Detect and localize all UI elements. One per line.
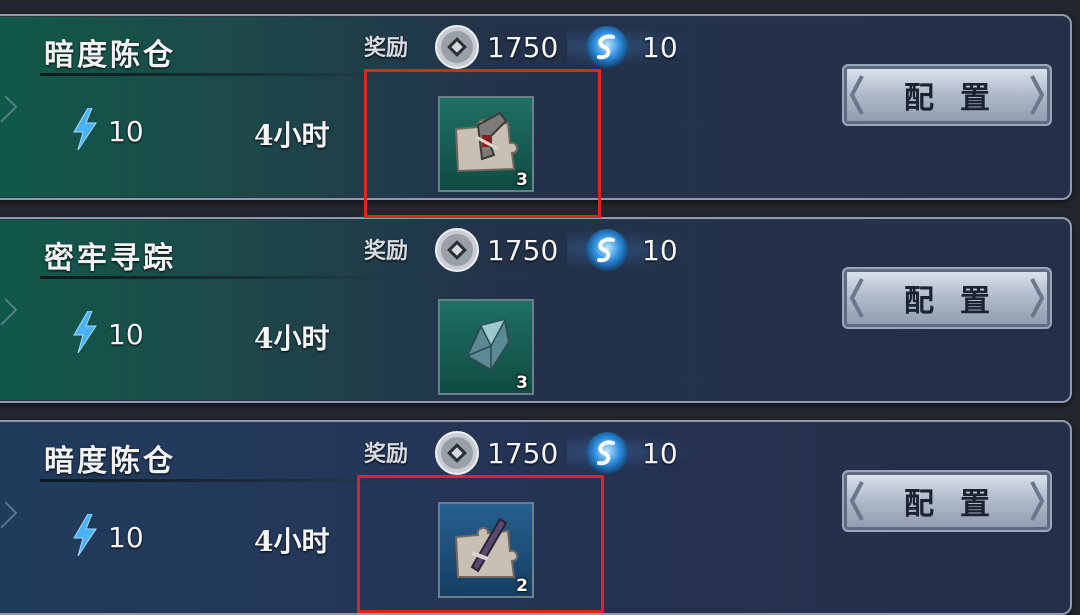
duration-text: 4小时 — [254, 119, 330, 152]
mission-title: 暗度陈仓 — [44, 444, 176, 479]
configure-button[interactable]: 配置 — [842, 267, 1052, 329]
silver-coin-icon — [434, 227, 480, 277]
chevron-right-icon — [1030, 75, 1045, 115]
chevron-left-icon — [849, 75, 864, 115]
duration-text: 4小时 — [254, 525, 330, 558]
energy-cost: 10 — [72, 513, 144, 560]
orb-reward-value: 10 — [642, 234, 678, 267]
silver-coin-icon — [434, 24, 480, 74]
panel-edge-arrow — [0, 298, 18, 326]
lightning-bolt-icon — [72, 513, 98, 560]
chevron-right-icon — [1030, 278, 1045, 318]
coin-reward-value: 1750 — [487, 31, 559, 64]
reward-label: 奖励 — [364, 238, 409, 264]
coin-reward-value: 1750 — [487, 234, 559, 267]
chevron-left-icon — [849, 481, 864, 521]
configure-button-label: 配置 — [904, 81, 1016, 116]
configure-button-label: 配置 — [904, 284, 1016, 319]
energy-value: 10 — [108, 520, 144, 554]
chevron-left-icon — [849, 278, 864, 318]
panel-edge-arrow — [0, 501, 18, 529]
highlight-box — [364, 69, 601, 218]
configure-button[interactable]: 配置 — [842, 470, 1052, 532]
configure-button-label: 配置 — [904, 487, 1016, 522]
energy-value: 10 — [108, 317, 144, 351]
energy-value: 10 — [108, 114, 144, 148]
lightning-bolt-icon — [72, 107, 98, 154]
spirit-orb-icon — [582, 225, 632, 279]
reward-label: 奖励 — [364, 35, 409, 61]
silver-coin-icon — [434, 430, 480, 480]
mission-title: 密牢寻踪 — [44, 241, 176, 276]
configure-button[interactable]: 配置 — [842, 64, 1052, 126]
spirit-orb-icon — [582, 428, 632, 482]
orb-reward-value: 10 — [642, 437, 678, 470]
orb-reward-value: 10 — [642, 31, 678, 64]
spirit-orb-icon — [582, 22, 632, 76]
panel-edge-arrow — [0, 95, 18, 123]
mission-title: 暗度陈仓 — [44, 38, 176, 73]
highlight-box — [357, 475, 604, 613]
coin-reward-value: 1750 — [487, 437, 559, 470]
mission-panel: 密牢寻踪 奖励 1750 10 10 4小时 3 配置 — [0, 217, 1072, 403]
reward-label: 奖励 — [364, 441, 409, 467]
energy-cost: 10 — [72, 310, 144, 357]
lightning-bolt-icon — [72, 310, 98, 357]
crystal-shard-icon — [451, 310, 521, 384]
duration-text: 4小时 — [254, 322, 330, 355]
energy-cost: 10 — [72, 107, 144, 154]
reward-item-slot[interactable]: 3 — [438, 299, 534, 395]
chevron-right-icon — [1030, 481, 1045, 521]
title-divider — [40, 276, 560, 279]
item-count: 3 — [516, 373, 528, 393]
